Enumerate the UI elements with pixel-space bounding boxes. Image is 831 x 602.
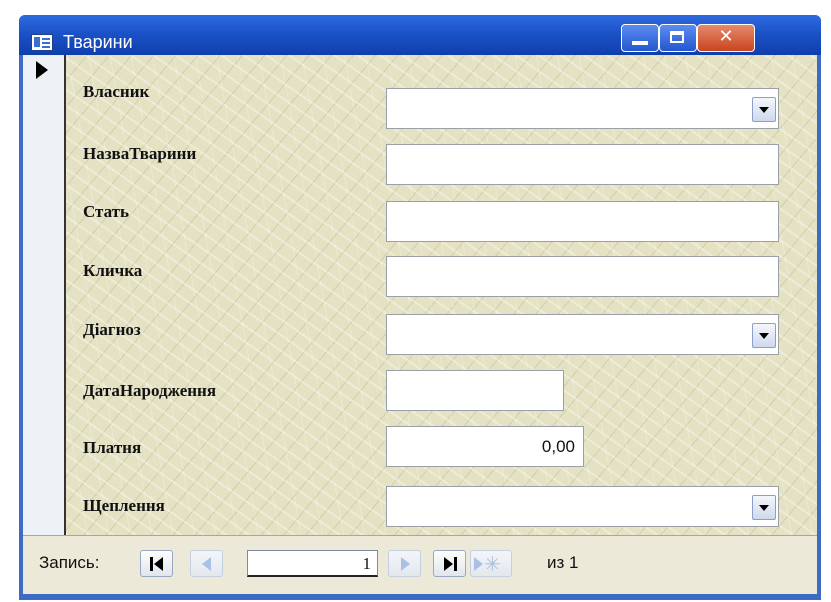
animal-name-field[interactable] [386,144,779,185]
title-bar[interactable]: Тварини ✕ [19,15,821,55]
of-label: из [547,553,565,572]
first-record-icon [150,557,153,571]
total-records: 1 [569,553,579,572]
form-icon [31,34,53,51]
form-detail: Власник НазваТварини Стать Кличка Діагно… [66,55,817,535]
new-record-button[interactable]: ✳ [470,550,512,577]
diagnosis-label: Діагноз [83,320,141,339]
vaccination-combo[interactable] [386,486,779,527]
record-selector[interactable] [23,55,66,535]
payment-label: Платня [83,438,142,457]
previous-record-icon [202,557,211,571]
vaccination-label: Щеплення [83,496,165,515]
owner-dropdown-icon[interactable] [752,97,776,122]
maximize-button[interactable] [659,24,697,52]
record-label: Запись: [39,553,100,572]
first-record-button[interactable] [140,550,173,577]
new-record-star-icon: ✳ [484,552,501,576]
birth-date-field[interactable] [386,370,564,411]
current-record-field[interactable]: 1 [247,550,378,577]
sex-label: Стать [83,202,130,221]
first-record-arrow-icon [154,557,163,571]
form-window: Тварини ✕ Власник НазваТварини Стать Кли… [19,15,821,600]
animal-name-label: НазваТварини [83,144,197,163]
previous-record-button[interactable] [190,550,223,577]
last-record-arrow-icon [444,557,453,571]
form-content: Власник НазваТварини Стать Кличка Діагно… [23,55,817,594]
minimize-button[interactable] [621,24,659,52]
close-button[interactable]: ✕ [697,24,755,52]
record-count: из 1 [547,553,579,573]
record-navigation-bar: Запись: 1 ✳ из 1 [23,535,817,594]
window-title: Тварини [63,32,133,52]
payment-value: 0,00 [541,437,575,456]
next-record-button[interactable] [388,550,421,577]
last-record-button[interactable] [433,550,466,577]
owner-combo[interactable] [386,88,779,129]
new-record-arrow-icon [474,557,483,571]
current-record-arrow-icon [36,61,48,79]
birth-date-label: ДатаНародження [83,381,217,400]
close-icon: ✕ [718,26,734,47]
last-record-icon [454,557,457,571]
diagnosis-dropdown-icon[interactable] [752,323,776,348]
payment-field[interactable]: 0,00 [386,426,584,467]
next-record-icon [401,557,410,571]
vaccination-dropdown-icon[interactable] [752,495,776,520]
owner-label: Власник [83,82,150,101]
sex-field[interactable] [386,201,779,242]
nickname-field[interactable] [386,256,779,297]
diagnosis-combo[interactable] [386,314,779,355]
nickname-label: Кличка [83,261,143,280]
